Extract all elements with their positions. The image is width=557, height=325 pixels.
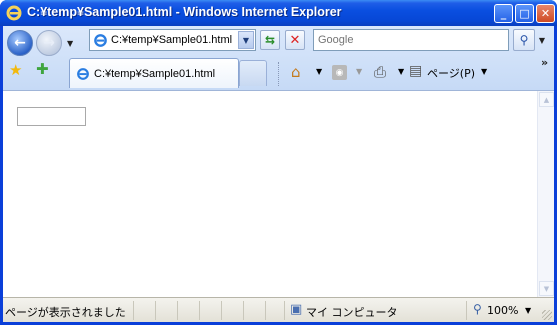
search-box[interactable]: [313, 29, 509, 51]
tab-ie-icon: [77, 68, 89, 80]
status-divider: [155, 301, 156, 320]
status-divider: [177, 301, 178, 320]
window-title: C:¥temp¥Sample01.html - Windows Internet…: [27, 5, 342, 19]
home-icon[interactable]: ⌂: [291, 63, 301, 81]
zoom-dropdown-icon[interactable]: ▼: [525, 306, 531, 315]
back-button[interactable]: ←: [7, 30, 33, 56]
tab-sample01[interactable]: C:¥temp¥Sample01.html: [69, 58, 239, 88]
status-divider: [243, 301, 244, 320]
toolbar-area: ← → ▼ C:¥temp¥Sample01.html ▼ ⇆ ✕ ⚲ ▼ ★ …: [3, 26, 554, 90]
favorites-star-icon[interactable]: ★: [9, 61, 22, 79]
maximize-button[interactable]: □: [515, 4, 534, 23]
address-bar[interactable]: C:¥temp¥Sample01.html ▼: [89, 29, 256, 51]
computer-zone-icon: ▣: [290, 302, 303, 317]
page-icon[interactable]: ▤: [409, 63, 422, 79]
status-divider: [265, 301, 266, 320]
page-ie-icon: [94, 34, 107, 47]
address-dropdown-icon[interactable]: ▼: [238, 31, 254, 49]
scroll-up-icon[interactable]: ▲: [539, 92, 554, 107]
more-commands-chevron-icon[interactable]: »: [541, 56, 548, 69]
forward-arrow-icon: →: [43, 35, 55, 51]
home-dropdown-icon[interactable]: ▼: [316, 67, 322, 76]
page-text-box[interactable]: [17, 107, 86, 126]
status-divider: [133, 301, 134, 320]
feeds-dropdown-icon[interactable]: ▼: [356, 67, 362, 76]
close-button[interactable]: ✕: [536, 4, 555, 23]
search-options-dropdown-icon[interactable]: ▼: [536, 29, 548, 51]
new-tab-button[interactable]: [239, 60, 267, 86]
feeds-icon[interactable]: ◉: [332, 65, 347, 80]
search-button[interactable]: ⚲: [513, 29, 535, 51]
ie-logo-icon: [6, 5, 22, 21]
print-dropdown-icon[interactable]: ▼: [398, 67, 404, 76]
resize-grip[interactable]: [542, 310, 552, 320]
add-favorites-icon[interactable]: ✚: [36, 60, 49, 78]
print-icon[interactable]: ⎙: [374, 63, 386, 81]
toolbar-separator: [278, 62, 279, 86]
vertical-scrollbar[interactable]: ▲ ▼: [537, 91, 554, 297]
zoom-magnifier-icon[interactable]: ⚲: [473, 302, 482, 316]
forward-button[interactable]: →: [36, 30, 62, 56]
minimize-button[interactable]: _: [494, 4, 513, 23]
zoom-level[interactable]: 100%: [487, 304, 518, 317]
title-bar[interactable]: C:¥temp¥Sample01.html - Windows Internet…: [0, 0, 557, 26]
status-message: ページが表示されました: [5, 306, 126, 319]
status-divider: [284, 301, 285, 320]
stop-button[interactable]: ✕: [285, 30, 305, 50]
page-menu-label[interactable]: ページ(P): [427, 65, 475, 81]
recent-pages-dropdown-icon[interactable]: ▼: [67, 39, 73, 48]
status-divider: [466, 301, 467, 320]
address-text: C:¥temp¥Sample01.html: [111, 34, 233, 46]
scroll-down-icon[interactable]: ▼: [539, 281, 554, 296]
status-divider: [199, 301, 200, 320]
magnifier-icon: ⚲: [519, 33, 529, 47]
browser-window: C:¥temp¥Sample01.html - Windows Internet…: [0, 0, 557, 325]
search-input[interactable]: [314, 30, 508, 50]
page-content: ▲ ▼: [3, 90, 554, 297]
security-zone: マイ コンピュータ: [306, 306, 398, 319]
refresh-button[interactable]: ⇆: [260, 30, 280, 50]
status-bar: ページが表示されました ▣ マイ コンピュータ ⚲ 100% ▼: [3, 297, 554, 322]
tab-label: C:¥temp¥Sample01.html: [94, 68, 216, 80]
back-arrow-icon: ←: [14, 35, 26, 51]
page-dropdown-icon[interactable]: ▼: [481, 67, 487, 76]
status-divider: [221, 301, 222, 320]
